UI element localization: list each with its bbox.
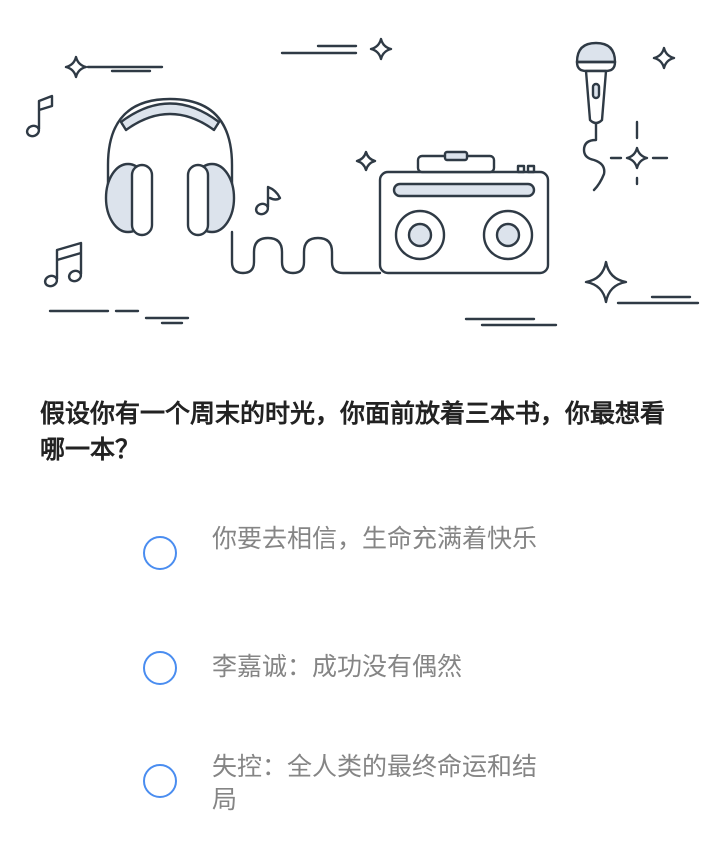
answer-option-2[interactable]: 李嘉诚：成功没有偶然 (140, 650, 560, 690)
radio-icon (378, 150, 550, 275)
radio-button[interactable] (143, 764, 177, 798)
sparkle-icon (64, 55, 88, 79)
music-illustration (25, 37, 700, 327)
headphones-icon (104, 97, 382, 275)
option-label: 你要去相信，生命充满着快乐 (212, 524, 538, 553)
music-note-icon (254, 185, 282, 216)
question-text: 假设你有一个周末的时光，你面前放着三本书，你最想看哪一本？ (40, 399, 666, 464)
sparkle-icon (355, 150, 377, 172)
sparkle-icon (652, 46, 676, 70)
radio-button[interactable] (143, 536, 177, 570)
sparkle-icon (369, 37, 393, 61)
answer-option-3[interactable]: 失控：全人类的最终命运和结局 (140, 750, 560, 820)
sparkle-icon (584, 260, 628, 304)
microphone-icon (575, 41, 617, 192)
radio-button[interactable] (143, 651, 177, 685)
music-note-icon (43, 241, 83, 288)
option-label: 李嘉诚：成功没有偶然 (212, 652, 463, 681)
answer-option-1[interactable]: 你要去相信，生命充满着快乐 (140, 522, 560, 592)
option-label: 失控：全人类的最终命运和结局 (212, 752, 538, 814)
music-note-icon (25, 94, 54, 138)
sparkle-icon (609, 120, 669, 186)
